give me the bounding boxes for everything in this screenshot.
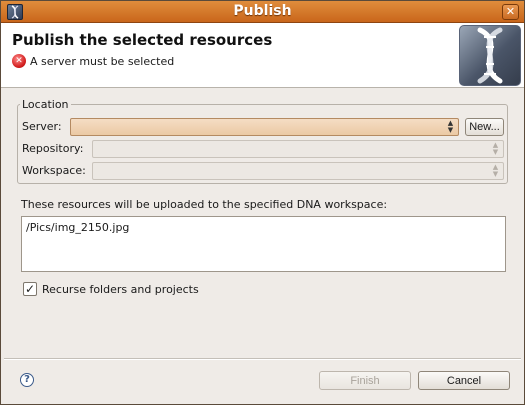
publish-dialog: Publish ✕ Publish the selected resources… xyxy=(0,0,525,405)
page-title: Publish the selected resources xyxy=(12,31,273,49)
close-button[interactable]: ✕ xyxy=(502,4,519,20)
location-group-label: Location xyxy=(20,98,71,111)
server-label: Server: xyxy=(22,120,62,133)
new-server-button[interactable]: New... xyxy=(465,118,504,136)
combo-arrows-icon: ▲ ▼ xyxy=(447,119,454,134)
workspace-label: Workspace: xyxy=(22,164,86,177)
footer-separator xyxy=(4,358,521,360)
cancel-button[interactable]: Cancel xyxy=(418,371,510,390)
combo-arrows-icon: ▲ ▼ xyxy=(492,163,499,178)
title-bar[interactable]: Publish ✕ xyxy=(1,1,524,23)
combo-arrows-icon: ▲ ▼ xyxy=(492,141,499,156)
error-message-text: A server must be selected xyxy=(30,54,175,68)
workspace-combo[interactable]: ▲ ▼ xyxy=(92,162,504,180)
dna-helix-icon xyxy=(459,25,521,86)
recurse-checkbox[interactable]: ✓ xyxy=(23,282,37,296)
repository-combo[interactable]: ▲ ▼ xyxy=(92,140,504,158)
resources-list[interactable]: /Pics/img_2150.jpg xyxy=(21,216,506,272)
resources-label: These resources will be uploaded to the … xyxy=(21,198,388,211)
server-combo[interactable]: ▲ ▼ xyxy=(70,118,459,136)
error-icon: ✕ xyxy=(12,54,26,68)
error-message: ✕ A server must be selected xyxy=(12,54,174,70)
close-icon: ✕ xyxy=(505,5,516,18)
help-icon[interactable]: ? xyxy=(20,373,34,387)
resource-item: /Pics/img_2150.jpg xyxy=(26,221,130,234)
location-group: Location Server: ▲ ▼ New... Repository: ▲… xyxy=(17,98,508,184)
recurse-checkbox-label[interactable]: Recurse folders and projects xyxy=(42,283,199,296)
finish-button[interactable]: Finish xyxy=(319,371,411,390)
repository-label: Repository: xyxy=(22,142,84,155)
checkmark-icon: ✓ xyxy=(24,282,36,296)
window-title: Publish xyxy=(233,3,292,19)
dialog-header: Publish the selected resources ✕ A server… xyxy=(1,23,524,88)
